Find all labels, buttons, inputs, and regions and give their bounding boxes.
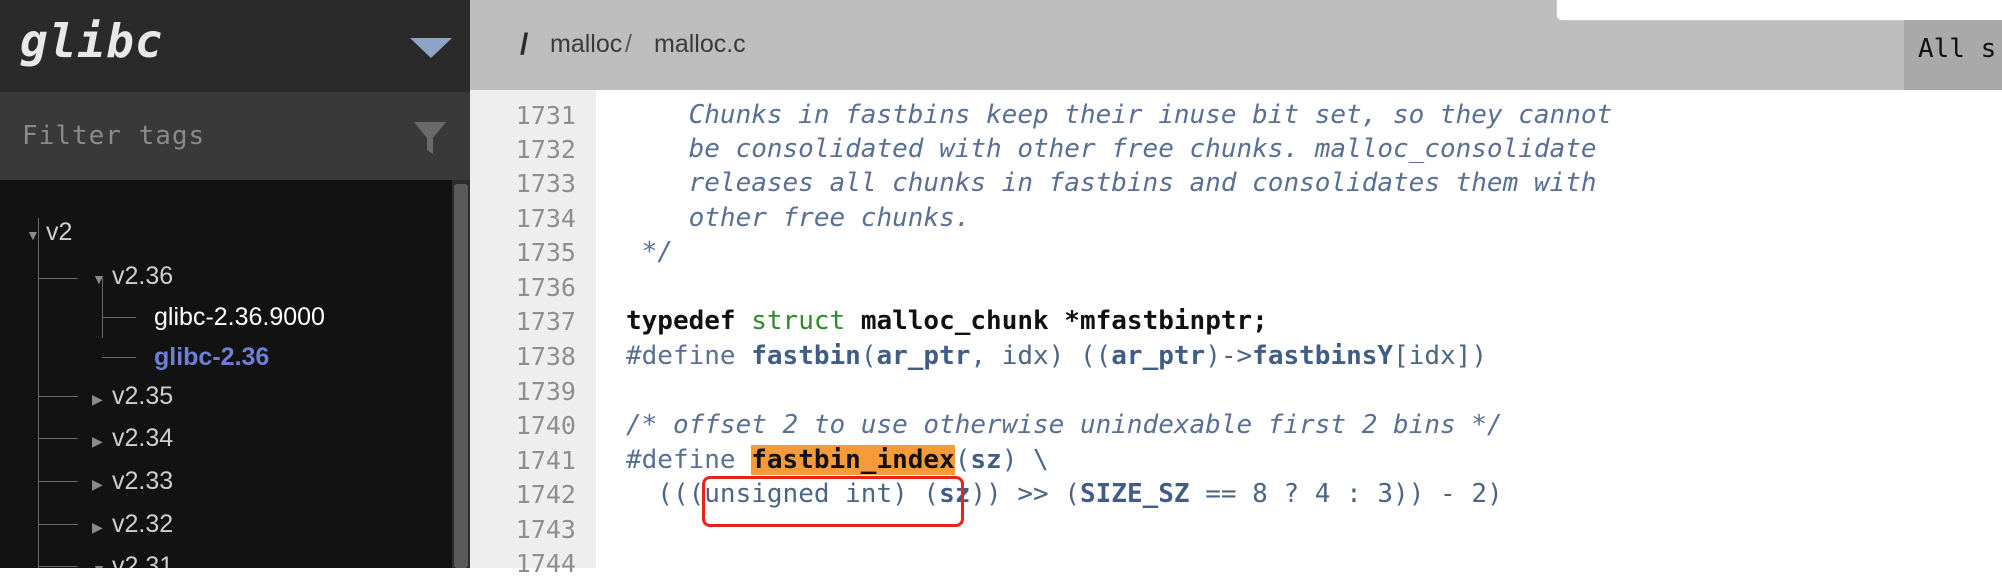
tree-node-v2-34[interactable]: ▶ v2.34 bbox=[92, 418, 173, 458]
tree-guide-line bbox=[38, 524, 78, 525]
line-number[interactable]: 1734 bbox=[470, 204, 576, 233]
sidebar-scroll-thumb[interactable] bbox=[454, 184, 468, 568]
tree-leaf-glibc-2-36-9000[interactable]: glibc-2.36.9000 bbox=[154, 297, 325, 337]
tree-node-label: v2.36 bbox=[112, 262, 174, 290]
code-token: ; bbox=[1252, 306, 1268, 336]
caret-right-icon: ▶ bbox=[92, 433, 103, 449]
code-line-comment: other free chunks. bbox=[626, 203, 971, 233]
all-symbols-button[interactable]: All s bbox=[1904, 20, 2002, 90]
symbol-ar-ptr[interactable]: ar_ptr bbox=[876, 341, 970, 371]
tree-guide-line bbox=[102, 357, 136, 358]
tree-node-v2-36[interactable]: ▼ v2.36 bbox=[92, 256, 173, 296]
symbol-fastbinsY[interactable]: fastbinsY bbox=[1252, 341, 1393, 371]
line-number[interactable]: 1742 bbox=[470, 480, 576, 509]
code-token: ) \ bbox=[1001, 445, 1049, 475]
code-token: )-> bbox=[1205, 341, 1253, 371]
chevron-down-icon[interactable] bbox=[410, 38, 452, 58]
tree-guide-line bbox=[102, 317, 136, 318]
caret-right-icon: ▶ bbox=[92, 519, 103, 535]
symbol-fastbin-index-highlighted[interactable]: fastbin_index bbox=[751, 445, 955, 475]
tree-node-label: v2.32 bbox=[112, 510, 174, 538]
annotation-highlight-box bbox=[702, 476, 964, 527]
line-number[interactable]: 1744 bbox=[470, 549, 576, 578]
tree-node-v2-35[interactable]: ▶ v2.35 bbox=[92, 376, 173, 416]
code-line-define-fastbin-index: #define fastbin_index(sz) \ bbox=[626, 445, 1049, 475]
project-title[interactable]: glibc bbox=[20, 14, 163, 68]
caret-right-icon: ▶ bbox=[92, 391, 103, 407]
tag-tree: ▼ v2 ▼ v2.36 glibc-2.36.9000 glibc-2.36 ▶ v… bbox=[0, 180, 452, 568]
code-token: * bbox=[1048, 306, 1080, 336]
symbol-malloc-chunk[interactable]: malloc_chunk bbox=[861, 306, 1049, 336]
line-number[interactable]: 1736 bbox=[470, 273, 576, 302]
line-number[interactable]: 1743 bbox=[470, 515, 576, 544]
symbol-fastbin[interactable]: fastbin bbox=[751, 341, 861, 371]
line-number[interactable]: 1741 bbox=[470, 446, 576, 475]
tree-node-label: v2.31 bbox=[112, 552, 174, 568]
code-line-comment: Chunks in fastbins keep their inuse bit … bbox=[626, 100, 1613, 130]
code-token: ( bbox=[954, 445, 971, 475]
code-line-comment: be consolidated with other free chunks. … bbox=[626, 134, 1597, 164]
tree-node-label: v2.34 bbox=[112, 424, 174, 452]
code-line-comment: releases all chunks in fastbins and cons… bbox=[626, 168, 1597, 198]
tree-leaf-glibc-2-36[interactable]: glibc-2.36 bbox=[154, 337, 269, 377]
breadcrumb-separator: / bbox=[625, 30, 632, 58]
code-token: , idx) (( bbox=[970, 341, 1112, 371]
tree-guide-line bbox=[38, 218, 39, 568]
symbol-size-sz[interactable]: SIZE_SZ bbox=[1080, 479, 1190, 509]
tree-guide-line bbox=[38, 278, 78, 279]
tree-node-v2[interactable]: ▼ v2 bbox=[26, 212, 72, 252]
breadcrumb-root[interactable]: / bbox=[520, 28, 528, 62]
line-number[interactable]: 1739 bbox=[470, 377, 576, 406]
code-line-comment: */ bbox=[626, 237, 673, 267]
code-line-comment: /* offset 2 to use otherwise unindexable… bbox=[626, 410, 1503, 440]
tree-node-v2-31[interactable]: ▼v2.31 bbox=[92, 546, 173, 568]
code-line-typedef: typedef struct malloc_chunk *mfastbinptr… bbox=[626, 306, 1268, 336]
breadcrumb-malloc[interactable]: malloc bbox=[550, 30, 622, 59]
symbol-sz[interactable]: sz bbox=[970, 445, 1001, 475]
line-number[interactable]: 1737 bbox=[470, 307, 576, 336]
line-number[interactable]: 1740 bbox=[470, 411, 576, 440]
tree-guide-line bbox=[38, 396, 78, 397]
tree-guide-line bbox=[38, 566, 78, 567]
tree-guide-line bbox=[38, 438, 78, 439]
code-token: (( bbox=[626, 479, 689, 509]
filter-tags-input[interactable] bbox=[20, 110, 404, 162]
tree-node-label: v2 bbox=[46, 218, 73, 246]
tree-node-v2-32[interactable]: ▶ v2.32 bbox=[92, 504, 173, 544]
line-number[interactable]: 1735 bbox=[470, 238, 576, 267]
caret-down-icon: ▼ bbox=[26, 227, 40, 243]
code-token: ( bbox=[860, 341, 877, 371]
filter-bar bbox=[0, 92, 470, 180]
all-symbols-label: All s bbox=[1918, 34, 1997, 64]
symbol-ar-ptr[interactable]: ar_ptr bbox=[1111, 341, 1205, 371]
line-number[interactable]: 1738 bbox=[470, 342, 576, 371]
sidebar: glibc ▼ v2 ▼ v2.36 glibc-2.36.9000 glibc-2… bbox=[0, 0, 470, 568]
preprocessor-define: #define bbox=[626, 341, 752, 371]
tree-guide-line bbox=[38, 481, 78, 482]
caret-right-icon: ▶ bbox=[92, 476, 103, 492]
code-line-define-fastbin: #define fastbin(ar_ptr, idx) ((ar_ptr)->… bbox=[626, 341, 1487, 371]
tree-node-label: v2.33 bbox=[112, 467, 174, 495]
tree-node-v2-33[interactable]: ▶ v2.33 bbox=[92, 461, 173, 501]
breadcrumb-malloc-c[interactable]: malloc.c bbox=[654, 30, 746, 59]
keyword-typedef: typedef bbox=[626, 306, 736, 336]
keyword-struct: struct bbox=[751, 306, 846, 336]
line-number[interactable]: 1733 bbox=[470, 169, 576, 198]
line-number[interactable]: 1732 bbox=[470, 135, 576, 164]
caret-down-icon: ▼ bbox=[92, 549, 110, 568]
code-token: [idx]) bbox=[1393, 341, 1487, 371]
tree-node-label: v2.35 bbox=[112, 382, 174, 410]
code-token: )) >> ( bbox=[970, 479, 1080, 509]
code-token: == 8 ? 4 : 3)) - 2) bbox=[1189, 479, 1503, 509]
funnel-icon[interactable] bbox=[412, 120, 448, 158]
symbol-mfastbinptr[interactable]: mfastbinptr bbox=[1080, 306, 1252, 336]
search-input[interactable] bbox=[1556, 0, 2002, 21]
preprocessor-define: #define bbox=[626, 445, 752, 475]
line-number[interactable]: 1731 bbox=[470, 101, 576, 130]
brand-header: glibc bbox=[0, 0, 470, 92]
caret-down-icon: ▼ bbox=[92, 271, 106, 287]
